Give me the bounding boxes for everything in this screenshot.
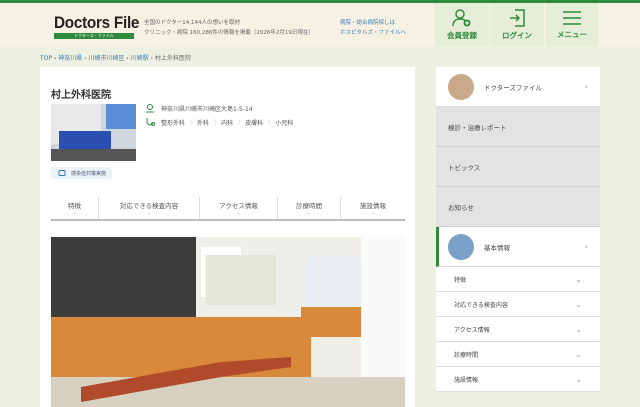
breadcrumb-pref[interactable]: 神奈川県 bbox=[58, 55, 82, 62]
tab-hours[interactable]: 診療時間 ⌄ bbox=[278, 197, 341, 219]
login-button[interactable]: ログイン bbox=[490, 3, 545, 46]
badge-label: 感染症対策実施 bbox=[71, 170, 107, 177]
sidebar-label: 特徴 bbox=[454, 276, 467, 284]
tagline-line: 全国のドクター14,144人の想いを取材 bbox=[144, 20, 241, 26]
sidebar-label: 対応できる検査内容 bbox=[454, 301, 508, 309]
clinic-address: 神奈川県川崎市川崎区大島1-5-14 bbox=[161, 105, 253, 113]
hospitals-file-link[interactable]: 病院・総合病院探しはホスピタルズ・ファイルへ bbox=[340, 18, 406, 38]
tab-facility[interactable]: 施設情報 ⌄ bbox=[341, 197, 405, 219]
chevron-down-icon: ⌄ bbox=[370, 209, 376, 216]
tab-tests[interactable]: 対応できる検査内容 ⌄ bbox=[99, 197, 200, 219]
login-label: ログイン bbox=[502, 30, 532, 40]
stethoscope-icon bbox=[146, 118, 155, 126]
section-tabs: 特徴 ⌄ 対応できる検査内容 ⌄ アクセス情報 ⌄ 診療時間 ⌄ 施設情報 ⌄ bbox=[51, 197, 405, 221]
mask-icon bbox=[58, 170, 66, 176]
tagline-line: クリニック・病院 160,286件の情報を掲載（2026年2月19日現在） bbox=[144, 30, 314, 36]
chevron-down-icon: ⌄ bbox=[575, 374, 582, 384]
doctor-avatar bbox=[448, 73, 474, 100]
clinic-info: 神奈川県川崎市川崎区大島1-5-14 整形外科 | 外科 | 内科 | 皮膚科 | 小児科 bbox=[145, 101, 293, 129]
tab-label: 診療時間 bbox=[296, 201, 322, 210]
breadcrumb-current: 村上外科医院 bbox=[154, 55, 191, 62]
menu-button[interactable]: メニュー bbox=[545, 3, 600, 46]
sidebar-label: 診療時間 bbox=[454, 351, 479, 359]
chevron-down-icon: ⌄ bbox=[306, 209, 312, 216]
sidebar-label: ドクターズファイル bbox=[484, 83, 542, 92]
breadcrumb-city[interactable]: 川崎市川崎区 bbox=[88, 55, 124, 62]
register-button[interactable]: 会員登録 bbox=[435, 3, 490, 46]
tab-label: 施設情報 bbox=[360, 201, 386, 210]
clinic-interior-photo bbox=[51, 237, 405, 407]
clinic-avatar bbox=[448, 233, 474, 260]
clinic-exterior-photo bbox=[51, 104, 136, 161]
site-logo[interactable]: Doctors File bbox=[54, 13, 139, 33]
tab-features[interactable]: 特徴 ⌄ bbox=[51, 197, 99, 219]
sidebar-label: 検診・治療レポート bbox=[448, 123, 507, 132]
clinic-name: 村上外科医院 bbox=[51, 90, 111, 101]
register-label: 会員登録 bbox=[447, 30, 477, 40]
chevron-down-icon: ⌄ bbox=[146, 209, 152, 216]
tab-label: 特徴 bbox=[68, 201, 81, 210]
chevron-down-icon: ⌄ bbox=[236, 209, 241, 216]
sidebar-item-report[interactable]: 検診・治療レポート bbox=[436, 107, 600, 147]
chevron-down-icon: ⌄ bbox=[575, 349, 582, 359]
sidebar-doctors-file[interactable]: ドクターズファイル › bbox=[436, 67, 600, 107]
department: 小児科 bbox=[275, 119, 294, 127]
login-icon bbox=[510, 8, 525, 27]
clinic-card: 村上外科医院 神奈川県川崎市川崎区大島1-5-14 整形外科 | 外科 | 内科 | 皮膚科… bbox=[40, 67, 415, 407]
sidebar: ドクターズファイル › 検診・治療レポート トピックス お知らせ 基本情報 › 特徴… bbox=[436, 67, 600, 392]
location-icon bbox=[146, 104, 154, 113]
sidebar-label: お知らせ bbox=[448, 203, 474, 212]
tab-label: 対応できる検査内容 bbox=[119, 201, 179, 210]
site-tagline: 全国のドクター14,144人の想いを取材クリニック・病院 160,286件の情報… bbox=[144, 18, 314, 38]
sidebar-sub-features[interactable]: 特徴 ⌄ bbox=[436, 267, 600, 292]
menu-label: メニュー bbox=[557, 29, 587, 39]
link-line: 病院・総合病院探しは bbox=[340, 20, 396, 26]
department: 皮膚科 bbox=[245, 119, 264, 127]
sidebar-sub-tests[interactable]: 対応できる検査内容 ⌄ bbox=[436, 292, 600, 317]
department: 整形外科 bbox=[161, 119, 186, 127]
sidebar-item-topics[interactable]: トピックス bbox=[436, 147, 600, 187]
chevron-down-icon: ⌄ bbox=[72, 209, 77, 216]
breadcrumb: TOP › 神奈川県 › 川崎市川崎区 › 川崎駅 › 村上外科医院 bbox=[40, 55, 191, 62]
department: 内科 bbox=[221, 119, 234, 127]
department: 外科 bbox=[197, 119, 210, 127]
sidebar-label: アクセス情報 bbox=[454, 326, 490, 334]
tab-label: アクセス情報 bbox=[219, 201, 258, 210]
header-buttons: 会員登録 ログイン メニュー bbox=[435, 3, 600, 46]
sidebar-sub-access[interactable]: アクセス情報 ⌄ bbox=[436, 317, 600, 342]
sidebar-label: 施設情報 bbox=[454, 376, 479, 384]
menu-icon bbox=[563, 10, 581, 25]
chevron-right-icon: › bbox=[584, 242, 588, 251]
breadcrumb-top[interactable]: TOP bbox=[40, 55, 52, 62]
chevron-down-icon: ⌄ bbox=[575, 324, 582, 334]
breadcrumb-station[interactable]: 川崎駅 bbox=[131, 55, 149, 62]
link-line: ホスピタルズ・ファイルへ bbox=[340, 30, 407, 36]
sidebar-label: トピックス bbox=[448, 163, 481, 172]
sidebar-item-news[interactable]: お知らせ bbox=[436, 187, 600, 227]
sidebar-sub-facility[interactable]: 施設情報 ⌄ bbox=[436, 367, 600, 392]
chevron-down-icon: ⌄ bbox=[575, 274, 582, 284]
tab-access[interactable]: アクセス情報 ⌄ bbox=[200, 197, 278, 219]
user-plus-icon bbox=[452, 8, 471, 26]
sidebar-sub-hours[interactable]: 診療時間 ⌄ bbox=[436, 342, 600, 367]
sidebar-basic-info[interactable]: 基本情報 › bbox=[436, 227, 600, 267]
logo-subtitle: ドクターズ・ファイル bbox=[54, 33, 134, 39]
chevron-right-icon: › bbox=[584, 82, 588, 91]
chevron-down-icon: ⌄ bbox=[575, 299, 582, 309]
infection-control-badge: 感染症対策実施 bbox=[51, 167, 113, 179]
sidebar-label: 基本情報 bbox=[484, 243, 510, 252]
